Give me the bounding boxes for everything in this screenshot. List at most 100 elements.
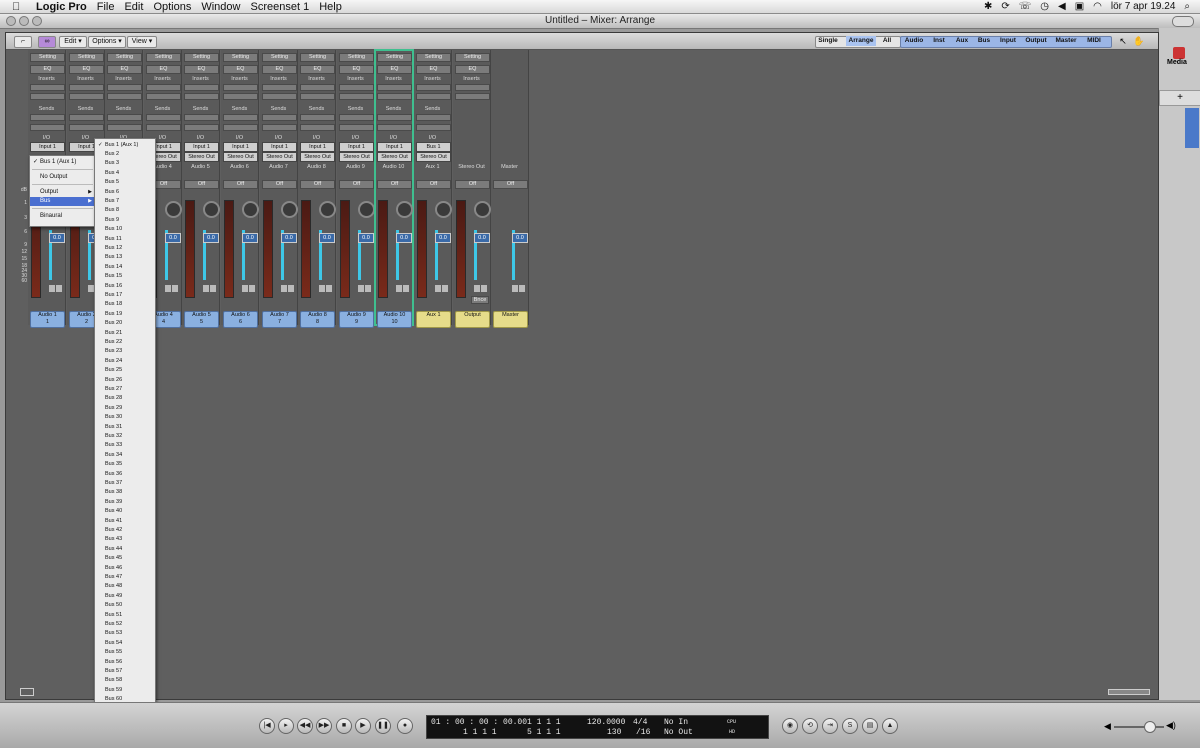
go-to-position-icon[interactable]: ▸ [278, 718, 294, 734]
send-slot[interactable] [107, 114, 142, 121]
mute-solo-buttons[interactable] [165, 285, 179, 292]
send-slot[interactable] [184, 114, 219, 121]
pan-knob[interactable] [203, 201, 220, 218]
insert-slot[interactable] [107, 84, 142, 91]
track-name-box[interactable]: Audio 66 [223, 311, 258, 328]
output-slot[interactable]: Stereo Out [223, 152, 258, 162]
track-name-box[interactable]: Audio 99 [339, 311, 374, 328]
edit-menu[interactable]: Edit ▾ [59, 36, 87, 48]
eq-button[interactable]: EQ [262, 65, 297, 74]
output-slot[interactable]: Stereo Out [416, 152, 451, 162]
setting-button[interactable]: Setting [262, 53, 297, 62]
bus-item[interactable]: Bus 16 [105, 282, 122, 291]
replace-mode-icon[interactable]: ◉ [782, 718, 798, 734]
bus-item[interactable]: Bus 42 [105, 526, 122, 535]
bus-item[interactable]: Bus 50 [105, 601, 122, 610]
menu-options[interactable]: Options [153, 1, 191, 13]
fader-value[interactable]: 0.0 [281, 233, 297, 243]
mute-solo-buttons[interactable] [49, 285, 63, 292]
input-slot[interactable]: Input 1 [223, 142, 258, 152]
bus-item[interactable]: Bus 39 [105, 498, 122, 507]
bus-item[interactable]: Bus 17 [105, 291, 122, 300]
insert-slot[interactable] [146, 93, 181, 100]
bus-item[interactable]: Bus 18 [105, 300, 122, 309]
mute-solo-buttons[interactable] [435, 285, 449, 292]
bus-item[interactable]: Bus 2 [105, 150, 119, 159]
solo-button[interactable] [172, 285, 178, 292]
track-name-box[interactable]: Audio 11 [30, 311, 65, 328]
fader-value[interactable]: 0.0 [396, 233, 412, 243]
send-slot[interactable] [262, 124, 297, 131]
output-slot[interactable]: Stereo Out [300, 152, 335, 162]
go-to-start-icon[interactable]: |◀ [259, 718, 275, 734]
solo-button[interactable] [326, 285, 332, 292]
fader-value[interactable]: 0.0 [49, 233, 65, 243]
pan-knob[interactable] [474, 201, 491, 218]
mute-solo-buttons[interactable] [319, 285, 333, 292]
fader-value[interactable]: 0.0 [435, 233, 451, 243]
send-slot[interactable] [300, 124, 335, 131]
menu-item-bus1-aux1[interactable]: ✓ Bus 1 (Aux 1) [30, 158, 95, 167]
play-icon[interactable]: ▶ [355, 718, 371, 734]
bus-item[interactable]: Bus 26 [105, 376, 122, 385]
track-name-box[interactable]: Audio 77 [262, 311, 297, 328]
bus-item[interactable]: Bus 3 [105, 159, 119, 168]
insert-slot[interactable] [300, 93, 335, 100]
insert-slot[interactable] [339, 84, 374, 91]
automation-off-button[interactable]: Off [493, 180, 528, 189]
filter-midi[interactable]: MIDI [1082, 36, 1106, 46]
input-slot[interactable]: Bus 1 [416, 142, 451, 152]
send-slot[interactable] [223, 114, 258, 121]
send-slot[interactable] [262, 114, 297, 121]
automation-off-button[interactable]: Off [416, 180, 451, 189]
solo-button[interactable] [210, 285, 216, 292]
bus-item[interactable]: Bus 34 [105, 451, 122, 460]
menu-item-bus[interactable]: Bus ▶ [30, 197, 95, 206]
setting-button[interactable]: Setting [377, 53, 412, 62]
insert-slot[interactable] [223, 93, 258, 100]
input-slot[interactable]: Input 1 [30, 142, 65, 152]
insert-slot[interactable] [30, 93, 65, 100]
send-slot[interactable] [339, 124, 374, 131]
send-slot[interactable] [107, 124, 142, 131]
insert-slot[interactable] [69, 84, 104, 91]
bus-item[interactable]: Bus 36 [105, 470, 122, 479]
fader-value[interactable]: 0.0 [242, 233, 258, 243]
solo-button[interactable] [403, 285, 409, 292]
zoom-window-button[interactable] [32, 16, 42, 26]
mute-button[interactable] [435, 285, 441, 292]
master-volume-knob[interactable] [1144, 721, 1156, 733]
mute-solo-buttons[interactable] [358, 285, 372, 292]
bus-item[interactable]: Bus 37 [105, 479, 122, 488]
fader-value[interactable]: 0.0 [512, 233, 528, 243]
pointer-tool-icon[interactable]: ↖ [1116, 35, 1130, 47]
bus-item[interactable]: Bus 32 [105, 432, 122, 441]
bus-item[interactable]: Bus 40 [105, 507, 122, 516]
insert-slot[interactable] [455, 84, 490, 91]
record-icon[interactable]: ● [397, 718, 413, 734]
menu-edit[interactable]: Edit [124, 1, 143, 13]
fader-value[interactable]: 0.0 [474, 233, 490, 243]
automation-off-button[interactable]: Off [262, 180, 297, 189]
metronome-icon[interactable]: ▲ [882, 718, 898, 734]
cycle-icon[interactable]: ⟲ [802, 718, 818, 734]
mute-button[interactable] [281, 285, 287, 292]
filter-inst[interactable]: Inst [928, 36, 950, 46]
bus-item[interactable]: Bus 8 [105, 206, 119, 215]
automation-off-button[interactable]: Off [377, 180, 412, 189]
menu-window[interactable]: Window [201, 1, 240, 13]
mute-button[interactable] [358, 285, 364, 292]
setting-button[interactable]: Setting [455, 53, 490, 62]
strip-width-slider[interactable] [1108, 689, 1150, 695]
filter-master[interactable]: Master [1052, 36, 1080, 46]
time-machine-icon[interactable]: ◷ [1040, 1, 1049, 12]
input-slot[interactable]: Input 1 [184, 142, 219, 152]
mute-button[interactable] [242, 285, 248, 292]
close-window-button[interactable] [6, 16, 16, 26]
hand-tool-icon[interactable]: ✋ [1132, 35, 1146, 47]
media-item[interactable] [1185, 108, 1199, 148]
automation-off-button[interactable]: Off [223, 180, 258, 189]
insert-slot[interactable] [455, 93, 490, 100]
bus-item[interactable]: Bus 27 [105, 385, 122, 394]
send-slot[interactable] [184, 124, 219, 131]
